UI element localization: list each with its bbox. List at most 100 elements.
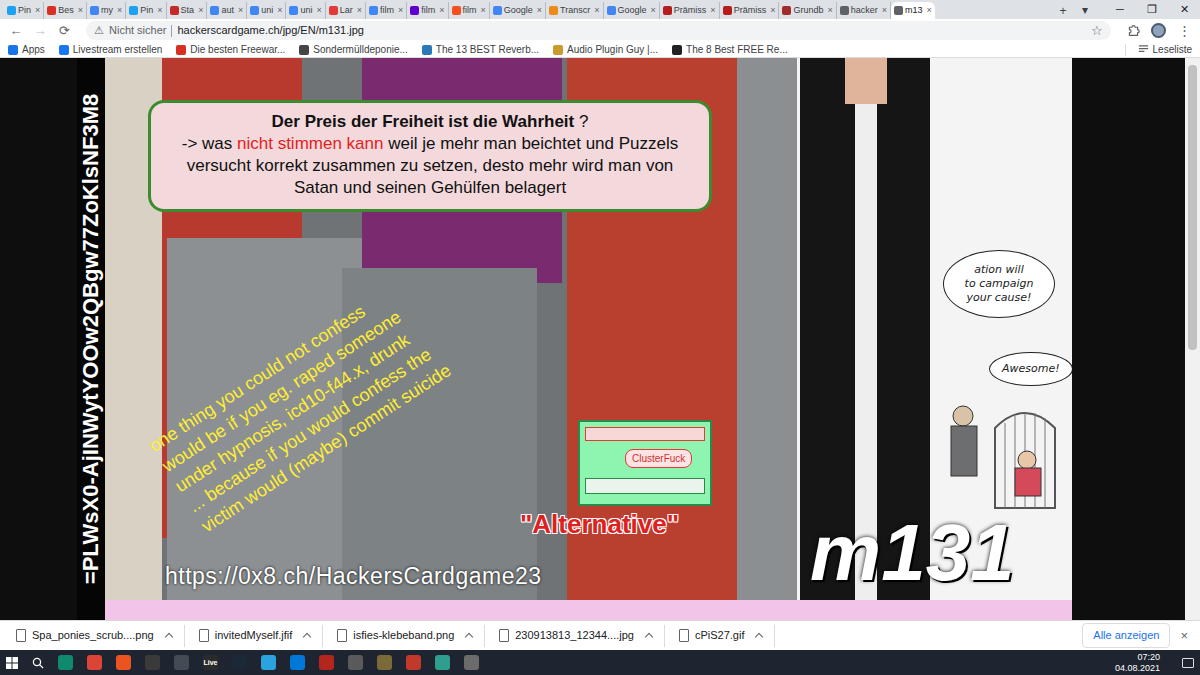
bookmark-item[interactable]: Apps bbox=[8, 42, 45, 57]
taskbar-app-icon[interactable]: Live bbox=[203, 655, 218, 670]
tab-close-button[interactable]: × bbox=[927, 4, 932, 18]
browser-tab[interactable]: Pin× bbox=[4, 2, 44, 19]
bookmark-item[interactable]: The 13 BEST Reverb... bbox=[422, 42, 539, 57]
taskbar-app-icon[interactable] bbox=[464, 655, 479, 670]
start-button[interactable] bbox=[6, 657, 18, 669]
security-label[interactable]: Nicht sicher bbox=[109, 22, 166, 39]
bookmark-item[interactable]: Die besten Freewar... bbox=[176, 42, 285, 57]
taskbar-app-icon[interactable] bbox=[116, 655, 131, 670]
tab-close-button[interactable]: × bbox=[651, 4, 656, 18]
side-code-text: =PLWsX0-AjINWytYOOw2QBgw77ZoKlsNF3M8 bbox=[80, 94, 102, 584]
show-all-button[interactable]: Alle anzeigen bbox=[1082, 623, 1170, 648]
notification-icon[interactable] bbox=[1182, 658, 1194, 668]
chevron-icon[interactable] bbox=[465, 633, 473, 641]
browser-tab[interactable]: Google× bbox=[490, 2, 546, 19]
taskbar-app-icon[interactable] bbox=[435, 655, 450, 670]
browser-tab[interactable]: Lar× bbox=[326, 2, 366, 19]
clock[interactable]: 07:2004.08.2021 bbox=[1115, 652, 1168, 673]
tab-close-button[interactable]: × bbox=[398, 4, 403, 18]
chevron-icon[interactable] bbox=[645, 633, 653, 641]
download-item[interactable]: invitedMyself.jfif bbox=[191, 625, 324, 647]
tab-close-button[interactable]: × bbox=[277, 4, 282, 18]
browser-tab[interactable]: my× bbox=[87, 2, 126, 19]
bookmark-item[interactable]: Livestream erstellen bbox=[59, 42, 162, 57]
tab-close-button[interactable]: × bbox=[710, 4, 715, 18]
chevron-icon[interactable] bbox=[303, 633, 311, 641]
tab-close-button[interactable]: × bbox=[316, 4, 321, 18]
browser-tab[interactable]: Bes× bbox=[44, 2, 87, 19]
tab-close-button[interactable]: × bbox=[78, 4, 83, 18]
chevron-icon[interactable] bbox=[755, 633, 763, 641]
minimize-button[interactable]: ─ bbox=[1104, 0, 1136, 19]
tab-close-button[interactable]: × bbox=[157, 4, 162, 18]
browser-tab[interactable]: Prämiss× bbox=[660, 2, 720, 19]
browser-tab[interactable]: m13× bbox=[891, 2, 935, 19]
back-button[interactable]: ← bbox=[6, 21, 26, 41]
window-controls: ▾ ─❐✕ bbox=[1074, 0, 1200, 19]
taskbar-app-icon[interactable] bbox=[174, 655, 189, 670]
tab-close-button[interactable]: × bbox=[439, 4, 444, 18]
tab-label: film bbox=[421, 4, 435, 18]
tab-close-button[interactable]: × bbox=[770, 4, 775, 18]
taskbar-app-icon[interactable] bbox=[348, 655, 363, 670]
address-bar[interactable]: ⚠Nicht sicherhackerscardgame.ch/jpg/EN/m… bbox=[86, 21, 1111, 40]
close-button[interactable]: ✕ bbox=[1168, 0, 1200, 19]
browser-tab[interactable]: film× bbox=[366, 2, 407, 19]
browser-tab[interactable]: Grundb× bbox=[779, 2, 836, 19]
menu-button[interactable]: ⋮ bbox=[1174, 21, 1194, 41]
browser-tab[interactable]: aut× bbox=[207, 2, 247, 19]
download-item[interactable]: isfies-klebeband.png bbox=[329, 625, 485, 647]
browser-tab[interactable]: Sta× bbox=[167, 2, 208, 19]
download-item[interactable]: cPiS27.gif bbox=[671, 625, 776, 647]
tab-close-button[interactable]: × bbox=[238, 4, 243, 18]
new-tab-button[interactable]: + bbox=[1052, 2, 1074, 19]
close-downloads-button[interactable]: × bbox=[1176, 626, 1192, 646]
browser-tab[interactable]: Google× bbox=[604, 2, 660, 19]
bookmark-item[interactable]: Audio Plugin Guy |... bbox=[553, 42, 658, 57]
bookmark-item[interactable]: The 8 Best FREE Re... bbox=[672, 42, 788, 57]
taskbar-app-icon[interactable] bbox=[58, 655, 73, 670]
browser-tab[interactable]: Pin× bbox=[126, 2, 166, 19]
taskbar-app-icon[interactable] bbox=[406, 655, 421, 670]
bookmark-star-icon[interactable]: ☆ bbox=[1091, 21, 1103, 41]
tab-close-button[interactable]: × bbox=[357, 4, 362, 18]
browser-tab[interactable]: uni× bbox=[247, 2, 286, 19]
tab-close-button[interactable]: × bbox=[117, 4, 122, 18]
profile-avatar-icon[interactable] bbox=[1151, 23, 1166, 38]
browser-tab[interactable]: film × bbox=[407, 2, 448, 19]
download-item[interactable]: 230913813_12344....jpg bbox=[491, 625, 665, 647]
taskbar-app-icon[interactable] bbox=[232, 655, 247, 670]
taskbar-app-icon[interactable] bbox=[319, 655, 334, 670]
restore-button[interactable]: ❐ bbox=[1136, 0, 1168, 19]
favicon-icon bbox=[250, 6, 259, 15]
taskbar-app-icon[interactable] bbox=[290, 655, 305, 670]
search-button[interactable] bbox=[32, 657, 44, 669]
browser-tab[interactable]: Prämiss× bbox=[720, 2, 780, 19]
bookmark-item[interactable]: Sondermülldeponie... bbox=[299, 42, 408, 57]
tab-close-button[interactable]: × bbox=[594, 4, 599, 18]
scrollbar-thumb[interactable] bbox=[1188, 65, 1197, 350]
browser-tab[interactable]: hacker× bbox=[837, 2, 891, 19]
tab-close-button[interactable]: × bbox=[882, 4, 887, 18]
extensions-button[interactable] bbox=[1123, 21, 1143, 41]
taskbar-app-icon[interactable] bbox=[377, 655, 392, 670]
taskbar-app-icon[interactable] bbox=[87, 655, 102, 670]
tab-close-button[interactable]: × bbox=[481, 4, 486, 18]
taskbar-app-icon[interactable] bbox=[261, 655, 276, 670]
tab-close-button[interactable]: × bbox=[198, 4, 203, 18]
download-item[interactable]: Spa_ponies_scrub....png bbox=[8, 625, 185, 647]
browser-tab[interactable]: film× bbox=[449, 2, 490, 19]
browser-tab[interactable]: uni× bbox=[286, 2, 325, 19]
browser-tab[interactable]: Transcr× bbox=[546, 2, 603, 19]
chevron-icon[interactable] bbox=[164, 633, 172, 641]
tab-search-button[interactable]: ▾ bbox=[1074, 1, 1096, 18]
tab-close-button[interactable]: × bbox=[537, 4, 542, 18]
reload-button[interactable]: ⟳ bbox=[54, 21, 74, 41]
tab-close-button[interactable]: × bbox=[35, 4, 40, 18]
cartoon-illustration bbox=[935, 398, 1065, 518]
url-text[interactable]: hackerscardgame.ch/jpg/EN/m131.jpg bbox=[177, 22, 363, 39]
reading-list-button[interactable]: Leseliste bbox=[1125, 42, 1192, 57]
tab-close-button[interactable]: × bbox=[827, 4, 832, 18]
scrollbar[interactable] bbox=[1185, 58, 1200, 620]
taskbar-app-icon[interactable] bbox=[145, 655, 160, 670]
